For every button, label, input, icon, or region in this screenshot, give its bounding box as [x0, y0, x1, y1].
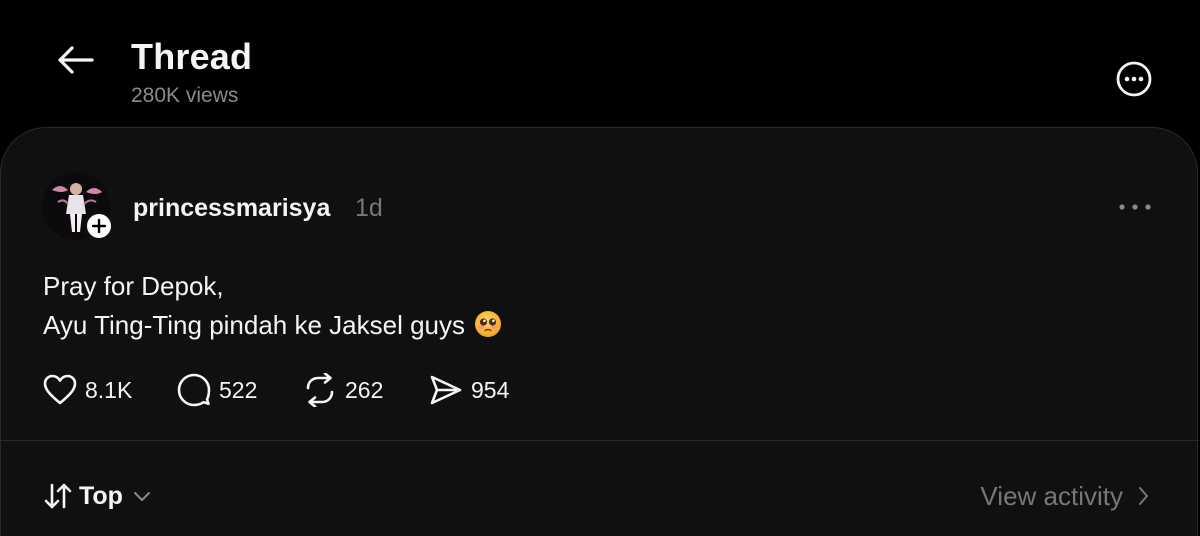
- repost-icon: [306, 373, 334, 407]
- chevron-right-icon: [1139, 487, 1148, 505]
- back-button[interactable]: [54, 40, 96, 80]
- more-horizontal-icon: [1119, 204, 1151, 210]
- chevron-down-icon: [133, 492, 150, 501]
- sort-arrows-icon: [44, 483, 72, 509]
- send-icon: [430, 375, 462, 405]
- post-card: princessmarisya 1d Pray for Depok, Ayu T…: [0, 127, 1199, 536]
- comment-count: 522: [219, 376, 258, 403]
- plus-icon: [91, 218, 107, 234]
- thread-options-button[interactable]: [1115, 60, 1153, 98]
- page-title: Thread: [131, 36, 253, 77]
- avatar-container[interactable]: [42, 172, 114, 244]
- post-text-line-2: Ayu Ting-Ting pindah ke Jaksel guys: [43, 306, 943, 350]
- section-divider: [1, 440, 1199, 441]
- pleading-face-emoji: [473, 309, 503, 350]
- thread-page: Thread 280K views princessmarisya 1d Pra…: [0, 0, 1200, 536]
- thread-header: Thread 280K views: [0, 0, 1200, 128]
- repost-button[interactable]: 262: [303, 372, 383, 408]
- post-text-line-2-text: Ayu Ting-Ting pindah ke Jaksel guys: [43, 310, 466, 340]
- sort-label: Top: [79, 481, 123, 510]
- post-text-line-1: Pray for Depok,: [43, 271, 224, 301]
- share-count: 954: [471, 376, 510, 403]
- comment-icon: [177, 373, 211, 407]
- post-options-button[interactable]: [1115, 194, 1155, 220]
- post-body: Pray for Depok, Ayu Ting-Ting pindah ke …: [43, 267, 943, 350]
- view-activity-label: View activity: [980, 480, 1123, 511]
- like-button[interactable]: 8.1K: [43, 372, 132, 408]
- post-timestamp: 1d: [355, 194, 383, 222]
- comment-button[interactable]: 522: [177, 372, 257, 408]
- sort-dropdown[interactable]: Top: [43, 478, 151, 514]
- view-count: 280K views: [131, 84, 239, 107]
- like-count: 8.1K: [85, 376, 133, 403]
- follow-button[interactable]: [84, 211, 114, 241]
- repost-count: 262: [345, 376, 384, 403]
- heart-icon: [43, 374, 77, 405]
- view-activity-link[interactable]: View activity: [980, 478, 1149, 514]
- arrow-left-icon: [58, 46, 94, 74]
- share-button[interactable]: 954: [429, 372, 509, 408]
- more-circle-icon: [1116, 61, 1152, 97]
- username-link[interactable]: princessmarisya: [133, 194, 330, 223]
